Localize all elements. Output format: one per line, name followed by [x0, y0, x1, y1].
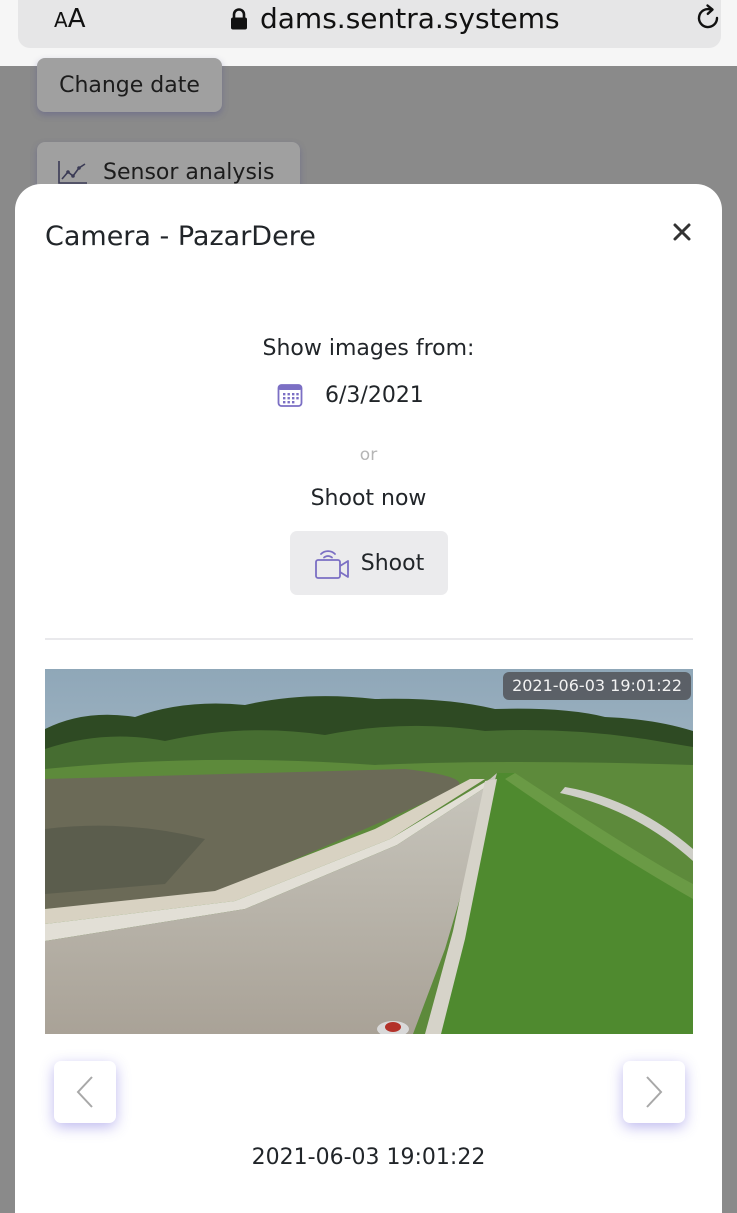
- image-caption: 2021-06-03 19:01:22: [251, 1145, 486, 1170]
- camera-image: 2021-06-03 19:01:22: [45, 669, 693, 1034]
- address-bar[interactable]: AA dams.sentra.systems: [18, 0, 721, 48]
- screen: AA dams.sentra.systems Change date Senso…: [0, 0, 737, 1213]
- url-text: dams.sentra.systems: [260, 2, 560, 35]
- url-display[interactable]: dams.sentra.systems: [230, 2, 560, 36]
- dam-photo: [45, 669, 693, 1034]
- shoot-button-label: Shoot: [360, 550, 425, 576]
- line-chart-icon: [58, 161, 87, 184]
- camera-modal: Camera - PazarDere Show images from: 6/3…: [15, 184, 722, 1213]
- modal-title: Camera - PazarDere: [45, 221, 316, 252]
- browser-toolbar: AA dams.sentra.systems: [0, 0, 737, 66]
- close-icon[interactable]: [670, 220, 694, 244]
- text-size-button[interactable]: AA: [54, 4, 85, 35]
- image-timestamp-badge: 2021-06-03 19:01:22: [503, 672, 691, 700]
- selected-date: 6/3/2021: [325, 382, 424, 408]
- change-date-label: Change date: [59, 72, 200, 98]
- date-picker[interactable]: 6/3/2021: [277, 380, 424, 410]
- previous-image-button[interactable]: [54, 1061, 116, 1123]
- show-images-label: Show images from:: [262, 336, 475, 361]
- sensor-analysis-label: Sensor analysis: [103, 159, 275, 185]
- lock-icon: [231, 8, 247, 30]
- next-image-button[interactable]: [623, 1061, 685, 1123]
- chevron-left-icon: [76, 1076, 93, 1108]
- reload-icon[interactable]: [693, 3, 723, 33]
- chevron-right-icon: [646, 1076, 663, 1108]
- change-date-button[interactable]: Change date: [37, 58, 222, 112]
- shoot-button[interactable]: Shoot: [290, 531, 448, 595]
- or-separator: or: [359, 445, 378, 465]
- shoot-now-label: Shoot now: [310, 486, 427, 511]
- calendar-icon: [277, 384, 303, 407]
- divider: [45, 638, 693, 640]
- video-camera-icon: [314, 550, 349, 579]
